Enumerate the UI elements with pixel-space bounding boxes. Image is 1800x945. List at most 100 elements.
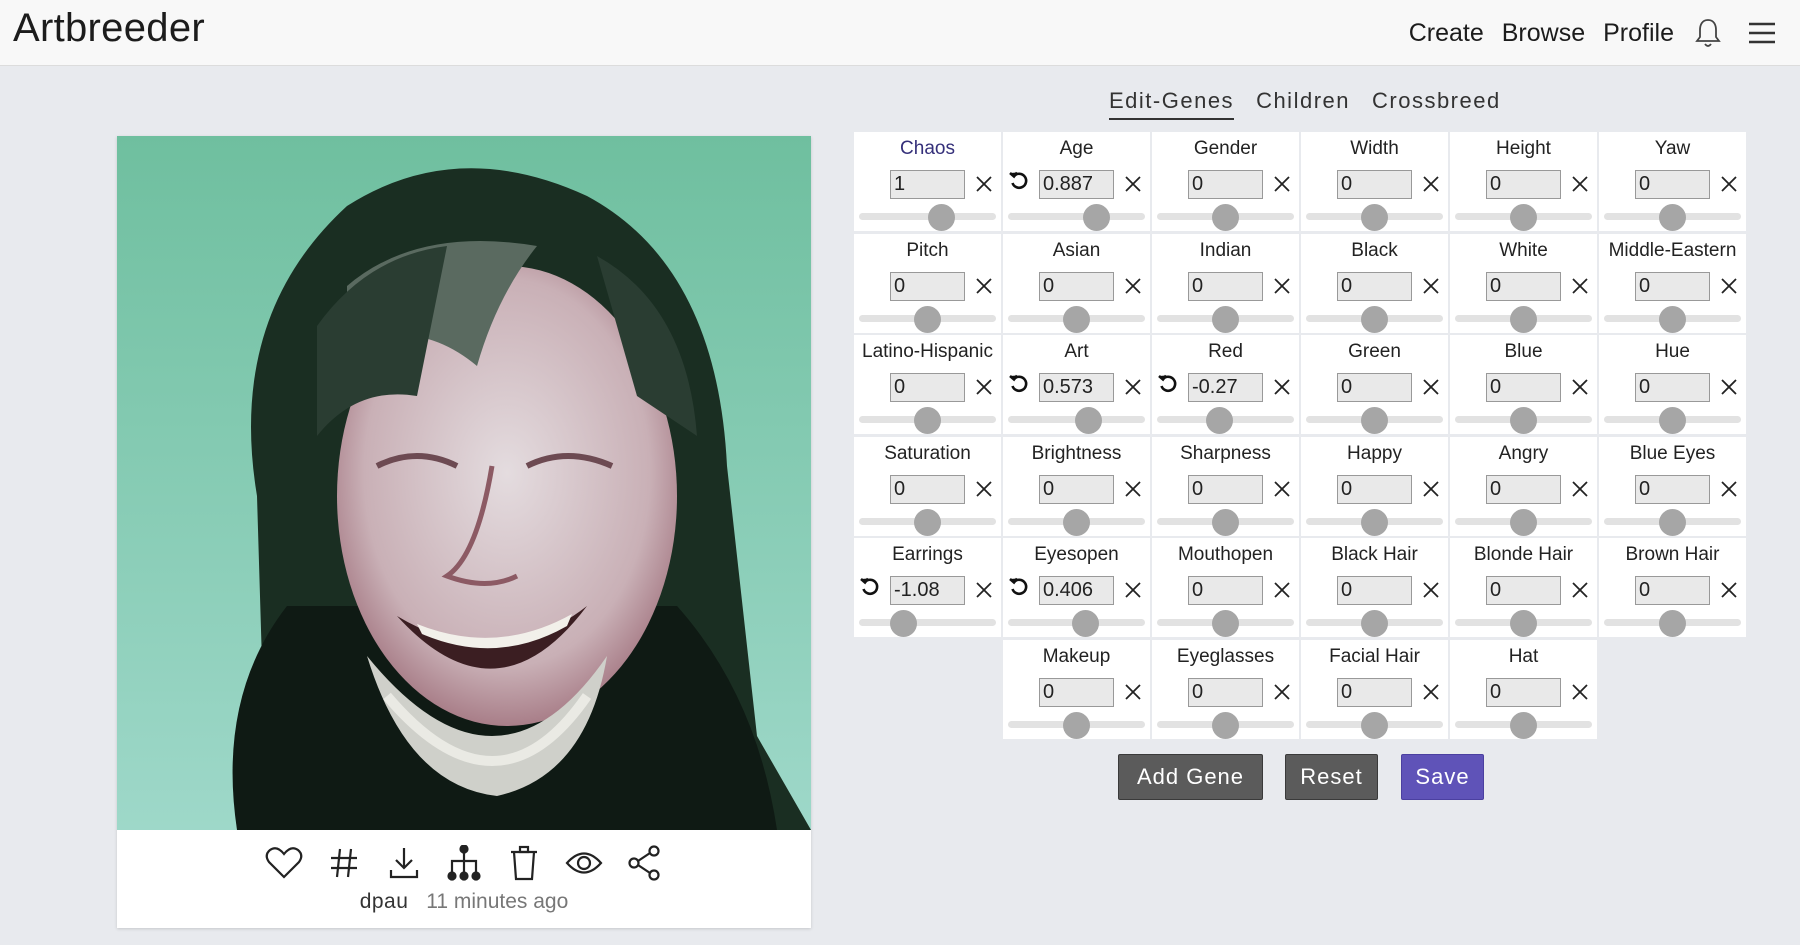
hashtag-icon[interactable] (324, 843, 364, 883)
gene-slider-track[interactable] (859, 619, 996, 626)
gene-value-input[interactable] (1635, 474, 1710, 504)
gene-value-input[interactable] (890, 576, 965, 605)
gene-value-input[interactable] (1039, 170, 1114, 199)
gene-slider-track[interactable] (1008, 213, 1145, 220)
menu-icon[interactable] (1746, 17, 1778, 49)
close-icon[interactable] (1123, 580, 1143, 600)
gene-slider-handle[interactable] (914, 508, 941, 536)
reset-button[interactable]: Reset (1285, 754, 1378, 800)
gene-value-input[interactable] (1635, 170, 1710, 199)
gene-value-input[interactable] (1337, 373, 1412, 402)
gene-value-input[interactable] (1039, 474, 1114, 504)
gene-value-input[interactable] (1337, 170, 1412, 199)
gene-value-input[interactable] (890, 373, 965, 402)
gene-value-input[interactable] (1486, 576, 1561, 605)
close-icon[interactable] (1272, 479, 1292, 499)
undo-icon[interactable] (1008, 170, 1030, 192)
gene-slider-handle[interactable] (1063, 508, 1090, 536)
gene-slider-handle[interactable] (1212, 204, 1239, 231)
close-icon[interactable] (1421, 174, 1441, 194)
undo-icon[interactable] (1008, 373, 1030, 395)
share-icon[interactable] (624, 843, 664, 883)
gene-value-input[interactable] (890, 474, 965, 504)
gene-slider-handle[interactable] (1212, 610, 1239, 637)
gene-value-input[interactable] (1337, 677, 1412, 707)
close-icon[interactable] (974, 377, 994, 397)
close-icon[interactable] (974, 580, 994, 600)
nav-profile[interactable]: Profile (1603, 19, 1674, 48)
download-icon[interactable] (384, 843, 424, 883)
app-logo[interactable]: Artbreeder (13, 6, 205, 51)
gene-slider-handle[interactable] (1659, 305, 1686, 333)
close-icon[interactable] (1123, 276, 1143, 296)
close-icon[interactable] (1421, 377, 1441, 397)
gene-slider-handle[interactable] (1075, 407, 1103, 434)
close-icon[interactable] (1123, 377, 1143, 397)
tab-crossbreed[interactable]: Crossbreed (1372, 88, 1501, 120)
close-icon[interactable] (1272, 580, 1292, 600)
gene-value-input[interactable] (1039, 373, 1114, 402)
close-icon[interactable] (1719, 479, 1739, 499)
heart-icon[interactable] (264, 843, 304, 883)
close-icon[interactable] (1719, 174, 1739, 194)
close-icon[interactable] (1421, 580, 1441, 600)
close-icon[interactable] (1421, 682, 1441, 702)
undo-icon[interactable] (1157, 373, 1179, 395)
gene-slider-handle[interactable] (928, 204, 956, 231)
close-icon[interactable] (1123, 682, 1143, 702)
gene-slider-handle[interactable] (1361, 204, 1388, 231)
close-icon[interactable] (1570, 174, 1590, 194)
close-icon[interactable] (1421, 479, 1441, 499)
gene-slider-handle[interactable] (1510, 204, 1537, 231)
close-icon[interactable] (1421, 276, 1441, 296)
author-name[interactable]: dpau (360, 890, 409, 913)
portrait-image[interactable] (117, 136, 811, 830)
gene-value-input[interactable] (1039, 271, 1114, 301)
close-icon[interactable] (1570, 580, 1590, 600)
gene-value-input[interactable] (1635, 271, 1710, 301)
gene-slider-handle[interactable] (1510, 711, 1537, 739)
gene-value-input[interactable] (1188, 677, 1263, 707)
save-button[interactable]: Save (1401, 754, 1484, 800)
gene-value-input[interactable] (1039, 576, 1114, 605)
gene-slider-handle[interactable] (1361, 305, 1388, 333)
close-icon[interactable] (1719, 377, 1739, 397)
close-icon[interactable] (1719, 580, 1739, 600)
tab-edit-genes[interactable]: Edit-Genes (1109, 88, 1235, 120)
close-icon[interactable] (974, 479, 994, 499)
close-icon[interactable] (1123, 174, 1143, 194)
gene-value-input[interactable] (1337, 474, 1412, 504)
gene-slider-handle[interactable] (1212, 711, 1239, 739)
close-icon[interactable] (1272, 276, 1292, 296)
close-icon[interactable] (1272, 682, 1292, 702)
gene-slider-handle[interactable] (1082, 204, 1110, 231)
gene-slider-handle[interactable] (1361, 407, 1388, 434)
eye-icon[interactable] (564, 843, 604, 883)
close-icon[interactable] (1570, 682, 1590, 702)
trash-icon[interactable] (504, 843, 544, 883)
gene-slider-handle[interactable] (889, 610, 917, 637)
gene-value-input[interactable] (1188, 373, 1263, 402)
gene-value-input[interactable] (1337, 271, 1412, 301)
gene-value-input[interactable] (890, 170, 965, 199)
close-icon[interactable] (1272, 174, 1292, 194)
nav-browse[interactable]: Browse (1502, 19, 1585, 48)
gene-slider-handle[interactable] (1510, 610, 1537, 637)
close-icon[interactable] (974, 174, 994, 194)
undo-icon[interactable] (859, 576, 881, 598)
gene-value-input[interactable] (1337, 576, 1412, 605)
gene-slider-handle[interactable] (1361, 711, 1388, 739)
gene-slider-handle[interactable] (1361, 508, 1388, 536)
close-icon[interactable] (1570, 479, 1590, 499)
gene-value-input[interactable] (1486, 373, 1561, 402)
gene-slider-handle[interactable] (1212, 305, 1239, 333)
gene-value-input[interactable] (1635, 576, 1710, 605)
family-tree-icon[interactable] (444, 843, 484, 883)
bell-icon[interactable] (1692, 17, 1724, 49)
nav-create[interactable]: Create (1409, 19, 1484, 48)
close-icon[interactable] (1719, 276, 1739, 296)
gene-slider-handle[interactable] (914, 407, 941, 434)
gene-value-input[interactable] (1486, 677, 1561, 707)
gene-slider-handle[interactable] (1510, 305, 1537, 333)
gene-value-input[interactable] (1188, 576, 1263, 605)
